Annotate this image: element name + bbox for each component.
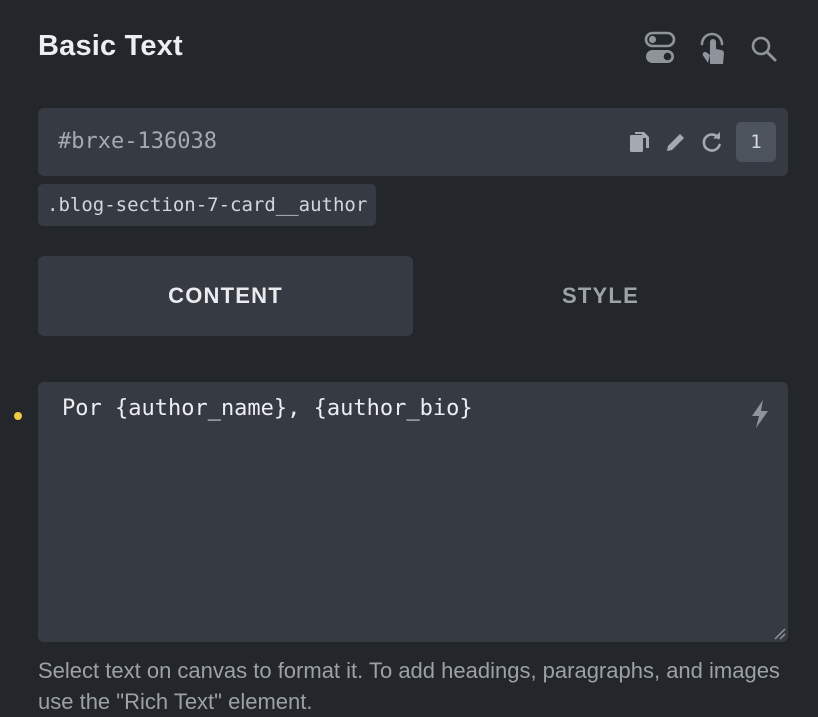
copy-icon[interactable] — [626, 128, 654, 156]
text-input-value[interactable]: Por {author_name}, {author_bio} — [62, 392, 473, 426]
toggle-icon[interactable] — [642, 30, 678, 66]
element-id[interactable]: #brxe-136038 — [58, 108, 217, 176]
lightning-icon[interactable] — [748, 398, 772, 430]
modified-indicator-dot — [14, 412, 22, 420]
resize-handle-icon[interactable] — [772, 626, 786, 640]
touch-icon[interactable] — [694, 30, 730, 66]
tab-content[interactable]: CONTENT — [38, 256, 413, 336]
search-icon[interactable] — [746, 30, 782, 66]
help-text: Select text on canvas to format it. To a… — [38, 658, 780, 714]
panel-title: Basic Text — [38, 30, 183, 62]
element-id-bar: #brxe-136038 1 — [38, 108, 788, 176]
refresh-icon[interactable] — [698, 128, 726, 156]
element-count-badge[interactable]: 1 — [736, 122, 776, 162]
tab-style[interactable]: STYLE — [413, 256, 788, 336]
css-class-chip[interactable]: .blog-section-7-card__author — [38, 184, 377, 226]
text-input[interactable]: Por {author_name}, {author_bio} — [38, 382, 788, 642]
pencil-icon[interactable] — [662, 128, 690, 156]
